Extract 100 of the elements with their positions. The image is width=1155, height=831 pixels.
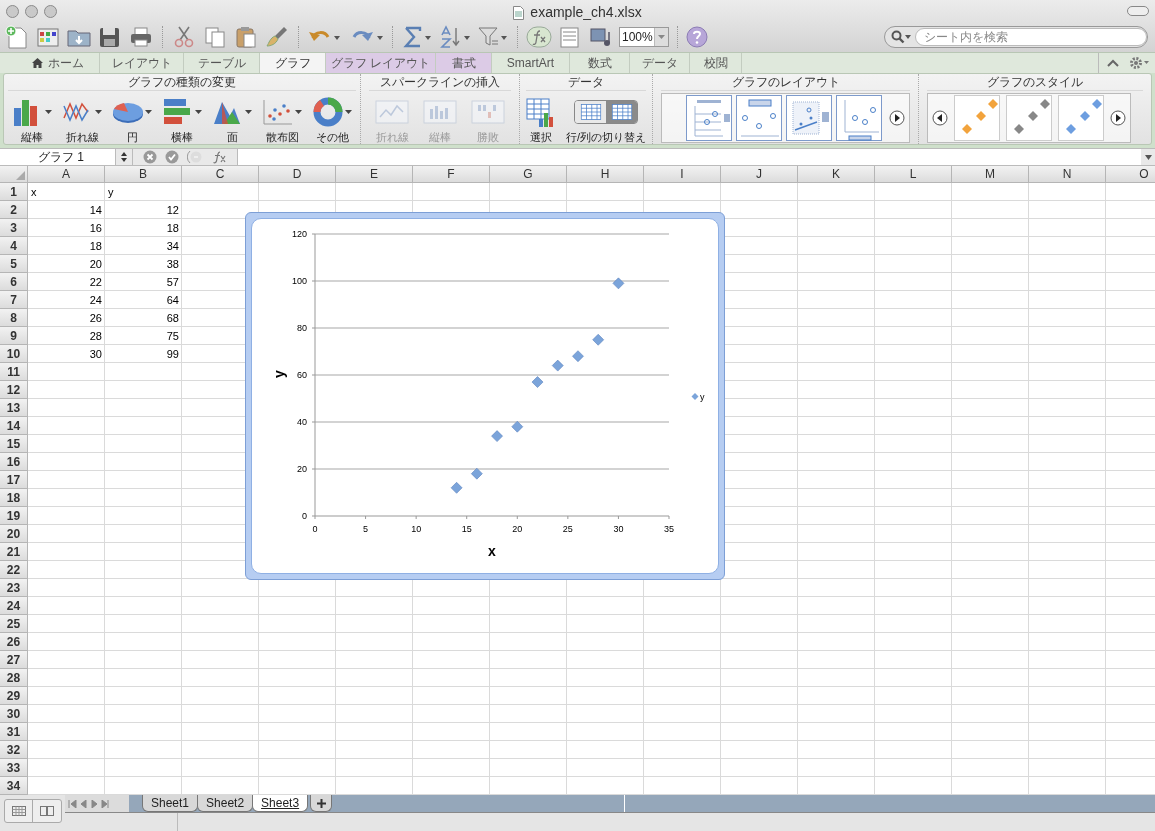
tick-label: 20 <box>512 524 523 534</box>
new-document-icon[interactable] <box>4 24 30 50</box>
sheet-tab[interactable]: Sheet3 <box>252 795 309 812</box>
column-header[interactable]: L <box>875 166 952 183</box>
row-header[interactable]: 11 <box>0 363 28 381</box>
switch-row-column-button[interactable]: 行/列の切り替え <box>566 91 647 144</box>
row-header[interactable]: 16 <box>0 453 28 471</box>
equals-icon[interactable] <box>187 150 203 164</box>
zoom-button[interactable] <box>44 4 57 18</box>
column-header[interactable]: H <box>567 166 644 183</box>
row-header[interactable]: 26 <box>0 633 28 651</box>
caret-icon[interactable] <box>1144 154 1152 160</box>
chart-type-button[interactable]: 横棒 <box>158 91 206 144</box>
row-header[interactable]: 8 <box>0 309 28 327</box>
column-header[interactable]: A <box>28 166 105 183</box>
column-header[interactable]: D <box>259 166 336 183</box>
print-icon[interactable] <box>128 24 154 50</box>
row-header[interactable]: 31 <box>0 723 28 741</box>
chart-type-button[interactable]: その他 <box>308 91 356 144</box>
row-header[interactable]: 14 <box>0 417 28 435</box>
confirm-icon[interactable] <box>165 150 179 164</box>
row-header[interactable]: 21 <box>0 543 28 561</box>
row-header[interactable]: 12 <box>0 381 28 399</box>
paintbrush-icon[interactable] <box>264 24 290 50</box>
row-header[interactable]: 22 <box>0 561 28 579</box>
ribbon-tab[interactable]: 書式 <box>436 53 492 73</box>
ribbon-tab[interactable]: グラフ <box>260 53 326 73</box>
search-field[interactable]: シート内を検索 <box>915 28 1147 46</box>
formula-field[interactable] <box>237 149 1141 165</box>
column-header[interactable]: K <box>798 166 875 183</box>
chart-frame[interactable]: 0 20 40 60 80 100 120 0 5 10 15 20 25 30 35 x y y <box>245 212 725 580</box>
sheet-tab[interactable]: Sheet1 <box>142 795 199 812</box>
help-icon[interactable] <box>686 26 708 48</box>
row-header[interactable]: 25 <box>0 615 28 633</box>
minimize-button[interactable] <box>25 4 38 18</box>
row-header[interactable]: 18 <box>0 489 28 507</box>
data-point <box>450 482 463 494</box>
close-button[interactable] <box>6 4 19 18</box>
select-data-button[interactable]: 選択 <box>526 91 556 144</box>
row-header[interactable]: 28 <box>0 669 28 687</box>
column-header[interactable]: C <box>182 166 259 183</box>
column-header[interactable]: E <box>336 166 413 183</box>
row-header[interactable]: 24 <box>0 597 28 615</box>
row-header[interactable]: 30 <box>0 705 28 723</box>
zoom-field[interactable]: 100% <box>619 27 669 47</box>
chart-type-button[interactable]: 縦棒 <box>8 91 56 144</box>
row-header[interactable]: 7 <box>0 291 28 309</box>
row-header[interactable]: 34 <box>0 777 28 795</box>
sheet-tab[interactable]: Sheet2 <box>197 795 254 812</box>
tick-label: 5 <box>363 524 369 534</box>
column-header[interactable]: B <box>105 166 182 183</box>
column-header[interactable]: F <box>413 166 490 183</box>
chart-type-button[interactable]: 円 <box>108 91 156 144</box>
ribbon-tab[interactable]: グラフ レイアウト <box>326 53 436 73</box>
column-header[interactable]: G <box>490 166 567 183</box>
row-header[interactable]: 33 <box>0 759 28 777</box>
chart-type-button[interactable]: 面 <box>208 91 256 144</box>
row-header[interactable]: 1 <box>0 183 28 201</box>
column-header[interactable]: I <box>644 166 721 183</box>
sort-icon[interactable] <box>438 24 472 50</box>
chart-type-button[interactable]: 散布図 <box>258 91 306 144</box>
row-header[interactable]: 15 <box>0 435 28 453</box>
add-sheet-button[interactable] <box>310 795 333 812</box>
row-header[interactable]: 9 <box>0 327 28 345</box>
column-header[interactable]: M <box>952 166 1029 183</box>
row-header[interactable]: 19 <box>0 507 28 525</box>
name-box[interactable]: グラフ 1 <box>0 149 115 165</box>
cell-text: 57 <box>166 274 179 290</box>
column-header[interactable]: O <box>1106 166 1155 183</box>
row-header[interactable]: 4 <box>0 237 28 255</box>
row-header[interactable]: 32 <box>0 741 28 759</box>
clipboard-icon[interactable] <box>233 24 259 50</box>
column-header[interactable]: J <box>721 166 798 183</box>
copy-icon[interactable] <box>202 24 228 50</box>
function-icon[interactable] <box>526 24 552 50</box>
row-header[interactable]: 2 <box>0 201 28 219</box>
collapse-ribbon-icon[interactable] <box>1107 59 1119 67</box>
function-icon[interactable] <box>211 150 227 164</box>
row-header[interactable]: 10 <box>0 345 28 363</box>
select-all-icon[interactable] <box>16 171 25 180</box>
row-header[interactable]: 6 <box>0 273 28 291</box>
chart-type-button[interactable]: 折れ線 <box>58 91 106 144</box>
column-header[interactable]: N <box>1029 166 1106 183</box>
row-header[interactable]: 17 <box>0 471 28 489</box>
row-header[interactable]: 23 <box>0 579 28 597</box>
row-header[interactable]: 20 <box>0 525 28 543</box>
tick-label: 0 <box>312 524 318 534</box>
row-header[interactable]: 27 <box>0 651 28 669</box>
legend-label: y <box>700 392 705 402</box>
cancel-icon[interactable] <box>143 150 157 164</box>
toolbar-toggle-button[interactable] <box>1127 6 1149 16</box>
row-header[interactable]: 5 <box>0 255 28 273</box>
group-title: グラフのレイアウト <box>661 74 911 91</box>
stepper-icon[interactable] <box>121 152 127 162</box>
settings-icon[interactable] <box>1129 56 1149 70</box>
search-icon[interactable] <box>891 30 911 44</box>
row-header[interactable]: 3 <box>0 219 28 237</box>
sigma-icon[interactable] <box>401 24 433 50</box>
row-header[interactable]: 29 <box>0 687 28 705</box>
row-header[interactable]: 13 <box>0 399 28 417</box>
